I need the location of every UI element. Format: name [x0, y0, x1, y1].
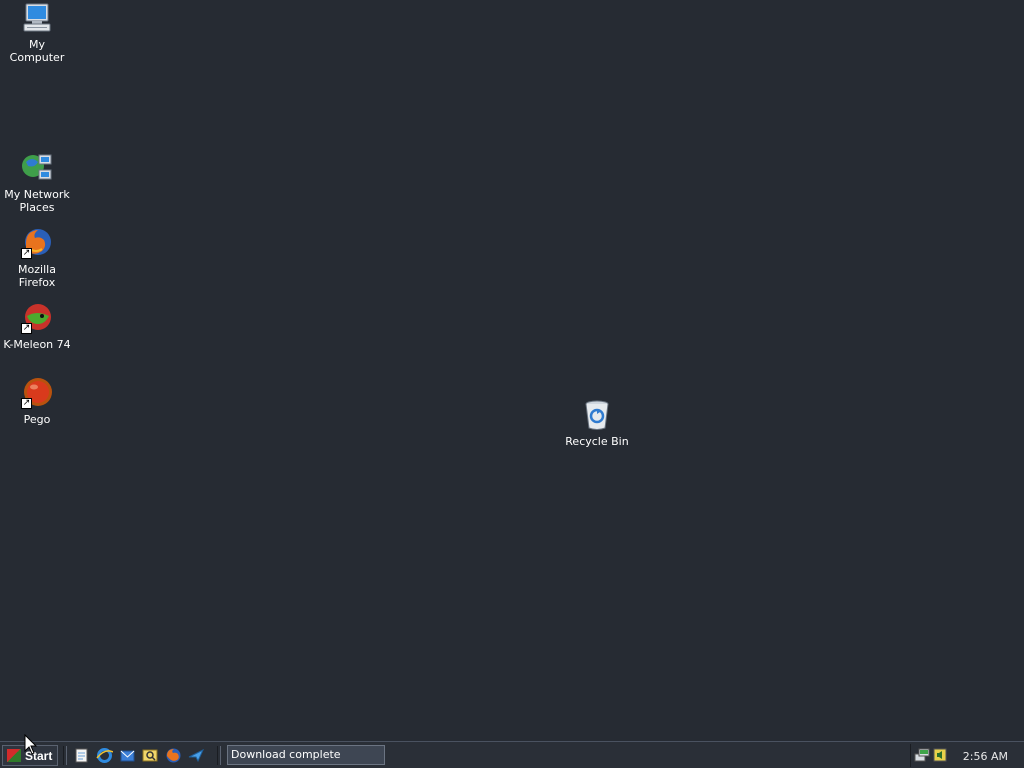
start-logo-icon [7, 749, 21, 762]
recycle-bin-icon [581, 399, 613, 431]
shortcut-arrow-icon: ↗ [21, 248, 32, 259]
network-icon [21, 152, 53, 184]
clock[interactable]: 2:56 AM [963, 750, 1008, 763]
task-button-download-complete[interactable]: Download complete [227, 745, 385, 765]
desktop-icon-my-computer[interactable]: My Computer [0, 2, 74, 64]
search-icon[interactable] [142, 747, 159, 764]
taskbar-separator [63, 746, 67, 765]
volume-tray-icon[interactable] [932, 747, 948, 763]
desktop-icon-label: My Computer [9, 38, 65, 64]
desktop-icon-mozilla-firefox[interactable]: ↗ Mozilla Firefox [0, 227, 74, 289]
desktop-icon-label: Recycle Bin [565, 435, 629, 448]
desktop-icon-pego[interactable]: ↗ Pego [0, 377, 74, 426]
desktop-icon-label: Mozilla Firefox [18, 263, 56, 289]
system-tray: 2:56 AM [910, 744, 1022, 767]
desktop: My Computer My Network Places ↗ Mozilla … [0, 0, 1024, 741]
internet-explorer-icon[interactable] [96, 747, 114, 764]
computer-icon [21, 2, 53, 34]
desktop-icon-label: My Network Places [4, 188, 70, 214]
desktop-icon-k-meleon[interactable]: ↗ K-Meleon 74 [0, 302, 74, 351]
notepad-icon[interactable] [73, 747, 90, 764]
outlook-icon[interactable] [119, 747, 136, 764]
kmeleon-icon: ↗ [21, 302, 53, 334]
desktop-icon-my-network-places[interactable]: My Network Places [0, 152, 74, 214]
firefox-icon: ↗ [21, 227, 53, 259]
desktop-icon-label: Pego [23, 413, 51, 426]
network-tray-icon[interactable] [914, 747, 930, 763]
messenger-icon[interactable] [188, 747, 205, 764]
pego-icon: ↗ [21, 377, 53, 409]
desktop-icon-recycle-bin[interactable]: Recycle Bin [560, 399, 634, 448]
shortcut-arrow-icon: ↗ [21, 398, 32, 409]
taskbar-separator [217, 746, 221, 765]
shortcut-arrow-icon: ↗ [21, 323, 32, 334]
firefox-icon[interactable] [165, 747, 182, 764]
taskbar: Start Download complete 2:56 AM [0, 741, 1024, 768]
desktop-icon-label: K-Meleon 74 [3, 338, 71, 351]
